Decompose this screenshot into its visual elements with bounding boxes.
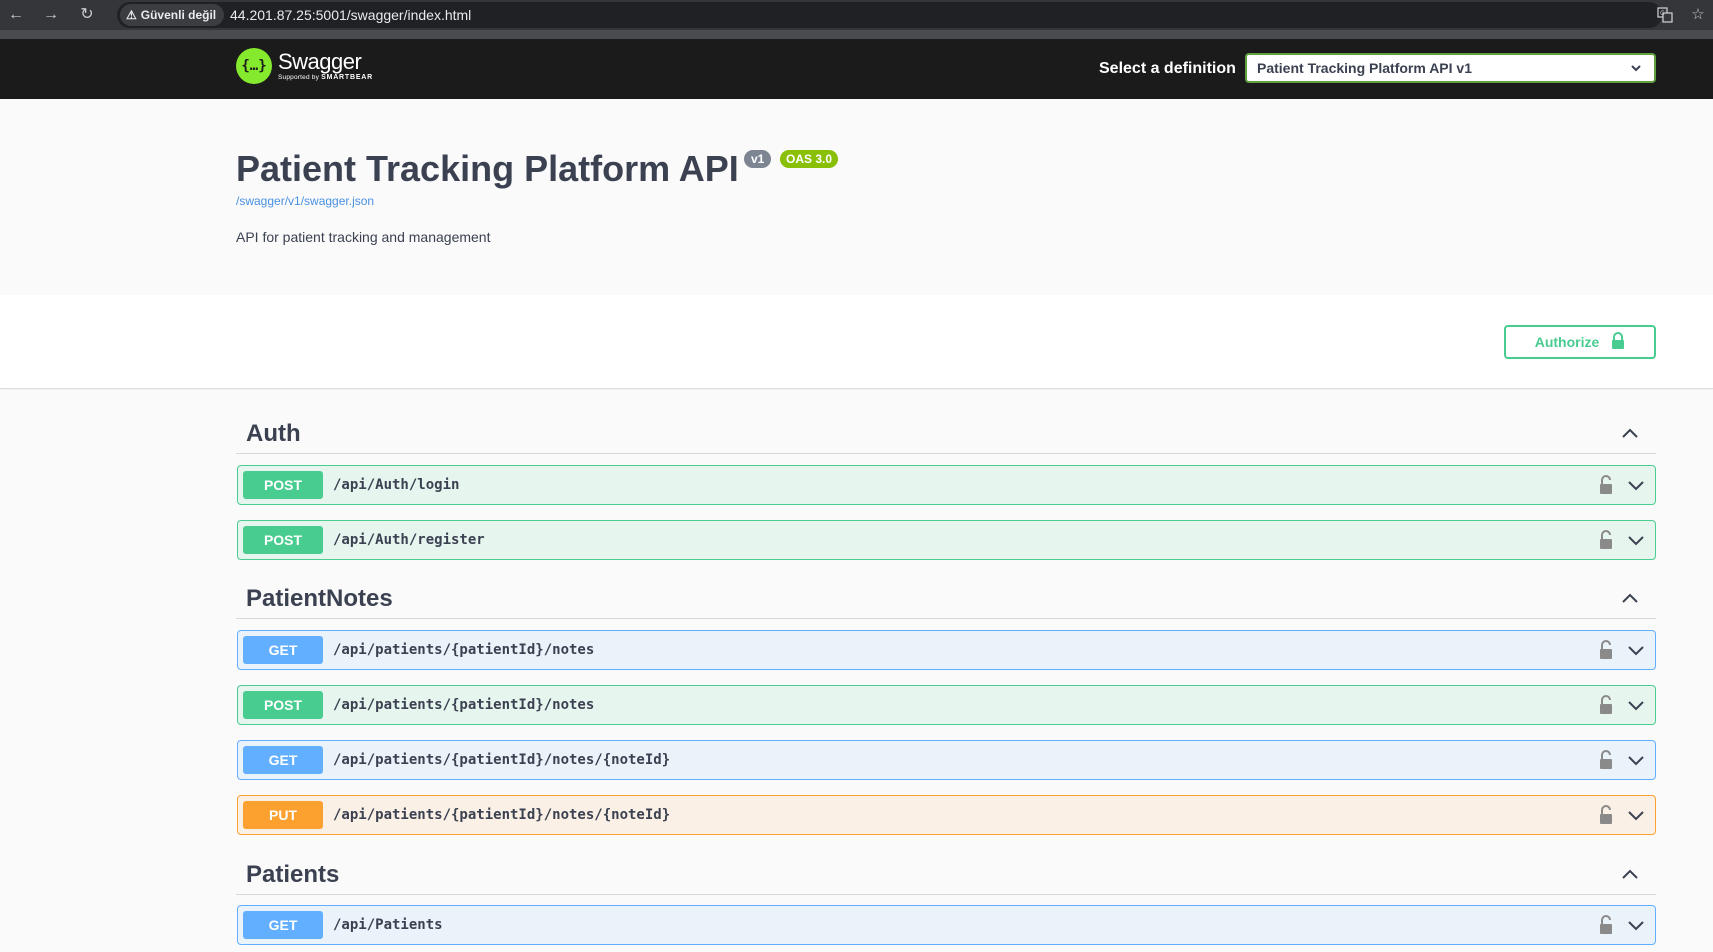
- lock-icon[interactable]: [1597, 529, 1615, 551]
- auth-wrapper: [0, 295, 1713, 389]
- chevron-up-icon[interactable]: [1620, 865, 1640, 885]
- svg-text:G: G: [1660, 10, 1665, 17]
- swagger-topbar: {…} Swagger Supported by SMARTBEAR Selec…: [0, 39, 1713, 99]
- warning-icon: ⚠: [126, 8, 137, 22]
- operation-get-patient-note-by-id[interactable]: GET /api/patients/{patientId}/notes/{not…: [237, 740, 1656, 780]
- chevron-down-icon: [1630, 55, 1642, 90]
- method-badge: POST: [243, 526, 323, 554]
- operation-put-patient-note[interactable]: PUT /api/patients/{patientId}/notes/{not…: [237, 795, 1656, 835]
- chevron-down-icon[interactable]: [1627, 806, 1645, 824]
- operation-path: /api/patients/{patientId}/notes: [333, 697, 595, 713]
- translate-icon[interactable]: G: [1654, 4, 1676, 26]
- chevron-up-icon[interactable]: [1620, 589, 1640, 609]
- method-badge: POST: [243, 691, 323, 719]
- tag-name: Auth: [246, 420, 301, 447]
- swagger-logo-icon: {…}: [236, 48, 272, 84]
- method-badge: PUT: [243, 801, 323, 829]
- lock-icon[interactable]: [1597, 694, 1615, 716]
- url-text[interactable]: 44.201.87.25:5001/swagger/index.html: [230, 6, 471, 24]
- chevron-down-icon[interactable]: [1627, 641, 1645, 659]
- method-badge: GET: [243, 746, 323, 774]
- operation-get-patients[interactable]: GET /api/Patients: [237, 905, 1656, 945]
- version-badge: v1: [744, 150, 772, 168]
- definition-label: Select a definition: [1099, 60, 1236, 77]
- browser-toolbar: ← → ↻ ⚠ Güvenli değil 44.201.87.25:5001/…: [0, 0, 1713, 30]
- swagger-logo[interactable]: {…} Swagger Supported by SMARTBEAR: [236, 48, 373, 84]
- method-badge: GET: [243, 911, 323, 939]
- forward-icon[interactable]: →: [40, 4, 62, 26]
- chevron-down-icon[interactable]: [1627, 916, 1645, 934]
- tag-header-patients[interactable]: Patients: [236, 855, 1656, 895]
- security-indicator[interactable]: ⚠ Güvenli değil: [120, 4, 225, 26]
- oas-badge: OAS 3.0: [780, 150, 839, 168]
- tag-name: PatientNotes: [246, 585, 393, 612]
- tag-header-patientnotes[interactable]: PatientNotes: [236, 579, 1656, 619]
- operation-post-auth-register[interactable]: POST /api/Auth/register: [237, 520, 1656, 560]
- chevron-down-icon[interactable]: [1627, 531, 1645, 549]
- operation-get-patient-notes[interactable]: GET /api/patients/{patientId}/notes: [237, 630, 1656, 670]
- back-icon[interactable]: ←: [5, 4, 27, 26]
- operation-path: /api/Auth/register: [333, 532, 485, 548]
- chevron-down-icon[interactable]: [1627, 476, 1645, 494]
- lock-icon[interactable]: [1597, 914, 1615, 936]
- lock-icon[interactable]: [1597, 804, 1615, 826]
- spec-link[interactable]: /swagger/v1/swagger.json: [236, 194, 374, 208]
- lock-icon[interactable]: [1597, 749, 1615, 771]
- reload-icon[interactable]: ↻: [76, 4, 98, 26]
- tag-name: Patients: [246, 861, 340, 888]
- definition-selected: Patient Tracking Platform API v1: [1257, 60, 1472, 76]
- security-label: Güvenli değil: [140, 8, 217, 22]
- authorize-label: Authorize: [1534, 334, 1600, 350]
- logo-name: Swagger: [278, 48, 362, 74]
- operation-path: /api/Auth/login: [333, 477, 460, 493]
- authorize-button[interactable]: Authorize: [1504, 325, 1656, 359]
- tag-header-auth[interactable]: Auth: [236, 414, 1656, 454]
- lock-icon[interactable]: [1597, 474, 1615, 496]
- definition-select[interactable]: Patient Tracking Platform API v1: [1245, 53, 1656, 83]
- api-description: API for patient tracking and management: [236, 229, 491, 245]
- method-badge: POST: [243, 471, 323, 499]
- operation-path: /api/Patients: [333, 917, 443, 933]
- method-badge: GET: [243, 636, 323, 664]
- bookmark-star-icon[interactable]: ☆: [1687, 4, 1709, 26]
- lock-icon: [1611, 331, 1625, 353]
- logo-subtitle: Supported by SMARTBEAR: [278, 73, 374, 81]
- operation-path: /api/patients/{patientId}/notes: [333, 642, 595, 658]
- chevron-down-icon[interactable]: [1627, 696, 1645, 714]
- operation-post-auth-login[interactable]: POST /api/Auth/login: [237, 465, 1656, 505]
- browser-divider: [0, 30, 1713, 39]
- operation-post-patient-notes[interactable]: POST /api/patients/{patientId}/notes: [237, 685, 1656, 725]
- lock-icon[interactable]: [1597, 639, 1615, 661]
- chevron-down-icon[interactable]: [1627, 751, 1645, 769]
- chevron-up-icon[interactable]: [1620, 424, 1640, 444]
- operation-path: /api/patients/{patientId}/notes/{noteId}: [333, 807, 671, 823]
- page-title: Patient Tracking Platform API: [236, 148, 739, 189]
- operation-path: /api/patients/{patientId}/notes/{noteId}: [333, 752, 671, 768]
